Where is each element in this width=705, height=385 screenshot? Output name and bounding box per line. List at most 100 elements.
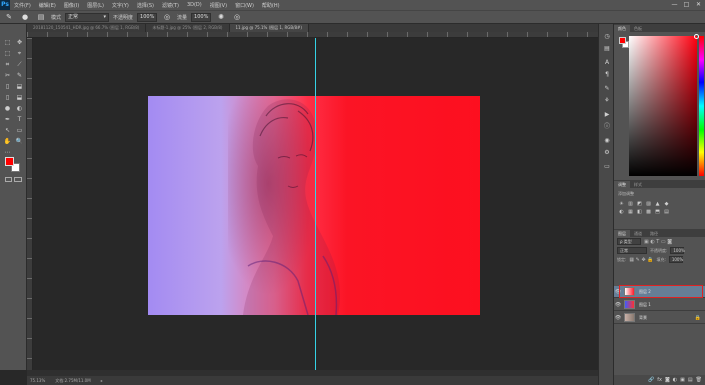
paragraph-icon[interactable]: ¶	[602, 70, 612, 79]
brush-panel-icon[interactable]: ▤	[35, 12, 47, 22]
layer-kind-filter[interactable]: ρ 类型	[617, 238, 641, 245]
brush-presets-icon[interactable]: ✎	[602, 84, 612, 93]
eye-icon[interactable]: 👁	[614, 315, 622, 321]
flow-input[interactable]: 100%	[191, 12, 212, 22]
hand-tool-icon[interactable]: ✋	[2, 137, 13, 147]
path-select-tool-icon[interactable]: ↖	[2, 126, 13, 136]
minimize-icon[interactable]: —	[670, 1, 679, 9]
tab-channels[interactable]: 通道	[630, 230, 646, 237]
filter-icons[interactable]: ▣ ◐ T ▭ ◙	[644, 239, 672, 245]
maximize-icon[interactable]: □	[682, 1, 691, 9]
lock-icons[interactable]: ▦ ✎ ✥ 🔒	[629, 257, 653, 263]
brush-size-icon[interactable]: ●	[19, 12, 31, 22]
airbrush-icon[interactable]: ✺	[215, 12, 227, 22]
marquee-tool-icon[interactable]: ⬚	[2, 38, 13, 48]
selective-color-icon[interactable]: ▤	[663, 209, 670, 215]
info-icon[interactable]: ⓘ	[602, 122, 612, 131]
photo-filter-icon[interactable]: ◧	[636, 209, 643, 215]
link-layers-icon[interactable]: 🔗	[648, 377, 654, 383]
lasso-tool-icon[interactable]: ⬚	[2, 49, 13, 59]
shape-tool-icon[interactable]: ▭	[14, 126, 25, 136]
stamp-tool-icon[interactable]: ▯	[2, 82, 13, 92]
tab-adjustments[interactable]: 调整	[614, 181, 630, 188]
quick-select-tool-icon[interactable]: ⌖	[14, 49, 25, 59]
slice-tool-icon[interactable]: ⟋	[14, 60, 25, 70]
gradient-map-icon[interactable]: ⬒	[654, 209, 661, 215]
menu-window[interactable]: 窗口(W)	[231, 2, 258, 9]
brush-tool-icon[interactable]: ✎	[14, 71, 25, 81]
menu-help[interactable]: 帮助(H)	[258, 2, 284, 9]
mode-select[interactable]: 正常 ▾	[65, 12, 110, 22]
actions-icon[interactable]: ▶	[602, 110, 612, 119]
history-brush-tool-icon[interactable]: ⬓	[14, 82, 25, 92]
blend-mode-select[interactable]: 正常	[617, 247, 647, 254]
blur-tool-icon[interactable]: ●	[2, 104, 13, 114]
group-icon[interactable]: ▣	[680, 377, 685, 383]
black-white-icon[interactable]: ▦	[627, 209, 634, 215]
brush-preset-icon[interactable]: ✎	[3, 12, 15, 22]
tab-doc-3[interactable]: 11.jpg @ 75.1% (图层 1, RGB/8#)	[229, 24, 309, 32]
opacity-input[interactable]: 100%	[137, 12, 158, 22]
clone-source-icon[interactable]: ⚘	[602, 96, 612, 105]
document-canvas[interactable]	[148, 96, 480, 315]
menu-layer[interactable]: 图层(L)	[83, 2, 108, 9]
curves-icon[interactable]: ◩	[636, 201, 643, 207]
tool-presets-icon[interactable]: ⚙	[602, 148, 612, 157]
trash-icon[interactable]: 🗑	[696, 377, 702, 383]
zoom-tool-icon[interactable]: 🔍	[14, 137, 25, 147]
eye-icon[interactable]: 👁	[614, 302, 622, 308]
tab-layers[interactable]: 图层	[614, 230, 630, 237]
tab-swatches[interactable]: 色板	[630, 25, 646, 32]
navigator-icon[interactable]: ◉	[602, 136, 612, 145]
exposure-icon[interactable]: ▨	[645, 201, 652, 207]
eraser-tool-icon[interactable]: ▯	[2, 93, 13, 103]
vertical-guide-line[interactable]	[315, 38, 316, 370]
layer-opacity-input[interactable]: 100%	[670, 247, 685, 254]
add-mask-icon[interactable]: ◙	[665, 377, 670, 383]
color-picker-field[interactable]	[629, 34, 699, 176]
layer-row-1[interactable]: 👁 图层 1	[614, 299, 705, 311]
canvas-workspace[interactable]	[33, 38, 598, 370]
menu-image[interactable]: 图像(I)	[60, 2, 83, 9]
vibrance-icon[interactable]: ▲	[654, 201, 661, 207]
status-arrow-icon[interactable]: ▸	[101, 378, 103, 383]
quick-mask-icon[interactable]	[5, 177, 12, 182]
fill-input[interactable]: 100%	[668, 256, 683, 263]
eyedropper-tool-icon[interactable]: ✂	[2, 71, 13, 81]
adjustment-layer-icon[interactable]: ◐	[673, 377, 677, 383]
new-layer-icon[interactable]: ▤	[688, 377, 693, 383]
menu-select[interactable]: 选择(S)	[133, 2, 158, 9]
layer-name[interactable]: 背景	[639, 315, 647, 321]
timeline-icon[interactable]: ▭	[602, 162, 612, 171]
color-balance-icon[interactable]: ◐	[618, 209, 625, 215]
menu-filter[interactable]: 滤镜(T)	[158, 2, 183, 9]
crop-tool-icon[interactable]: ⌗	[2, 60, 13, 70]
screen-mode-icon[interactable]	[14, 177, 22, 182]
tab-doc-2[interactable]: 未标题-1.jpg @ 25% (图层 2, RGB/8)	[146, 24, 230, 32]
close-icon[interactable]: ✕	[694, 1, 703, 9]
gradient-tool-icon[interactable]: ⬓	[14, 93, 25, 103]
tab-paths[interactable]: 路径	[646, 230, 662, 237]
layer-row-background[interactable]: 👁 背景 🔒	[614, 312, 705, 324]
dodge-tool-icon[interactable]: ◐	[14, 104, 25, 114]
hue-slider[interactable]	[699, 36, 704, 176]
panel-foreground-swatch[interactable]	[619, 37, 626, 44]
layer-style-icon[interactable]: fx	[657, 377, 662, 383]
tab-color[interactable]: 颜色	[614, 25, 630, 32]
type-tool-icon[interactable]: T	[14, 115, 25, 125]
tab-doc-1[interactable]: 20181120_150541_HDR.jpg @ 66.7% (图层 1, R…	[27, 24, 147, 32]
character-icon[interactable]: A	[602, 58, 612, 67]
foreground-color-swatch[interactable]	[5, 157, 14, 166]
document-size[interactable]: 文档:2.75M/11.0M	[55, 378, 90, 384]
menu-file[interactable]: 文件(F)	[10, 2, 35, 9]
history-icon[interactable]: ◷	[602, 32, 612, 41]
tab-styles[interactable]: 样式	[630, 181, 646, 188]
menu-3d[interactable]: 3D(D)	[183, 2, 206, 8]
pressure-size-icon[interactable]: ◎	[231, 12, 243, 22]
pen-tool-icon[interactable]: ✒	[2, 115, 13, 125]
pressure-opacity-icon[interactable]: ◎	[161, 12, 173, 22]
menu-view[interactable]: 视图(V)	[206, 2, 231, 9]
hue-saturation-icon[interactable]: ◆	[663, 201, 670, 207]
zoom-level[interactable]: 75.13%	[30, 378, 45, 383]
layer-name[interactable]: 图层 1	[639, 302, 651, 308]
